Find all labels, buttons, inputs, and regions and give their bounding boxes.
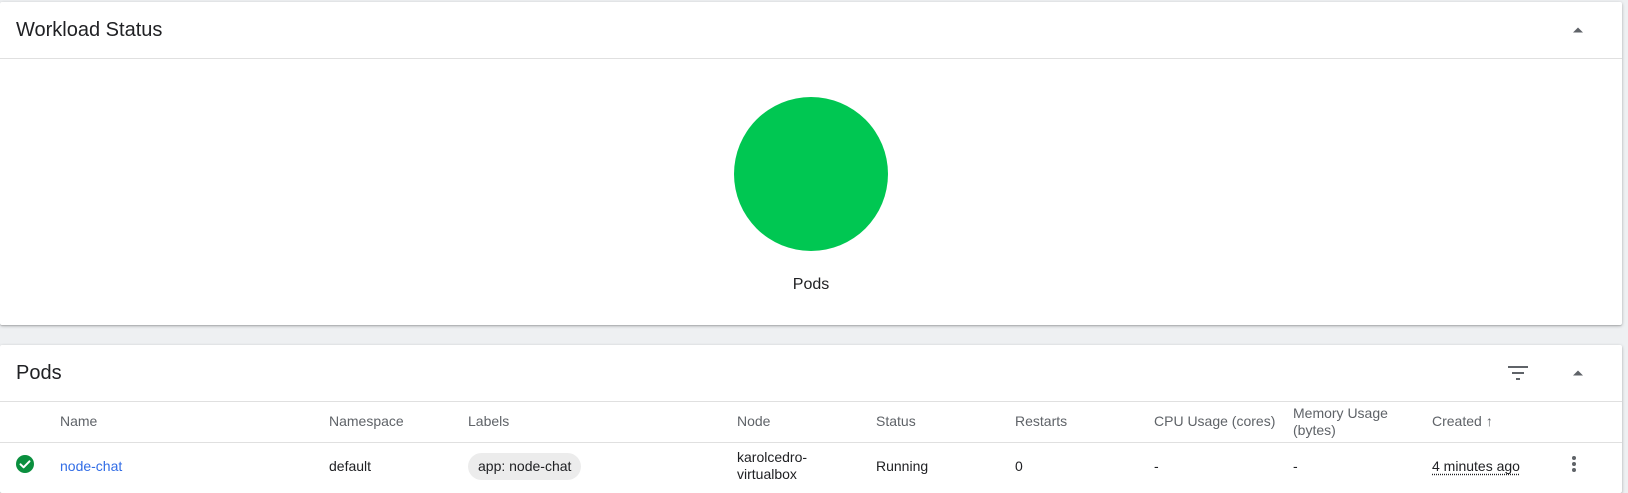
header-name[interactable]: Name: [60, 402, 329, 443]
workload-status-header[interactable]: Workload Status: [0, 2, 1622, 59]
triangle-up-icon: [1573, 27, 1583, 33]
pie-slice-running[interactable]: [734, 97, 888, 251]
header-memory-line1: Memory Usage: [1293, 404, 1388, 421]
workload-status-card: Workload Status Pods: [0, 2, 1622, 325]
header-memory: Memory Usage (bytes): [1293, 402, 1432, 443]
row-name-cell: node-chat: [60, 442, 329, 490]
header-memory-line2: (bytes): [1293, 421, 1336, 438]
filter-icon: [1508, 366, 1528, 380]
pie-svg: [734, 97, 888, 251]
row-node-line2: virtualbox: [737, 466, 797, 483]
table-header-row: Name Namespace Labels Node Status Restar…: [0, 402, 1622, 443]
pod-name-link[interactable]: node-chat: [60, 458, 122, 474]
header-status[interactable]: Status: [876, 402, 1015, 443]
row-labels-cell: app: node-chat: [468, 442, 737, 490]
pods-header[interactable]: Pods: [0, 345, 1622, 402]
row-node: karolcedro- virtualbox: [737, 442, 876, 490]
collapse-workload-status-button[interactable]: [1560, 12, 1596, 48]
pie-chart-label: Pods: [792, 276, 830, 293]
table-row[interactable]: node-chat default app: node-chat karolce…: [0, 442, 1622, 490]
row-memory: -: [1293, 457, 1298, 474]
row-created-cell: 4 minutes ago: [1432, 442, 1571, 490]
row-cpu: -: [1154, 457, 1159, 474]
header-created-label: Created: [1432, 413, 1482, 430]
triangle-up-icon: [1573, 370, 1583, 376]
header-labels: Labels: [468, 402, 737, 443]
header-actions: [1571, 402, 1622, 443]
row-status-cell: [0, 442, 60, 490]
row-status: Running: [876, 457, 929, 474]
header-cpu: CPU Usage (cores): [1154, 402, 1293, 443]
arrow-up-icon: ↑: [1485, 413, 1493, 430]
pods-title: Pods: [16, 361, 62, 384]
row-restarts: 0: [1015, 457, 1023, 474]
row-node-line1: karolcedro-: [737, 449, 808, 466]
collapse-pods-button[interactable]: [1560, 355, 1596, 391]
filter-button[interactable]: [1500, 355, 1536, 391]
header-node[interactable]: Node: [737, 402, 876, 443]
row-namespace: default: [329, 457, 372, 474]
check-circle-icon: [16, 455, 34, 474]
more-actions-button[interactable]: [1571, 455, 1577, 477]
pods-card: Pods Name Namespace Labels Node Status R…: [0, 345, 1622, 493]
pods-pie-chart: [731, 94, 891, 254]
row-created: 4 minutes ago: [1432, 457, 1520, 474]
more-vert-icon: [1572, 456, 1576, 473]
header-status-icon: [0, 402, 60, 443]
workload-status-body: Pods: [0, 59, 1622, 324]
pods-table: Name Namespace Labels Node Status Restar…: [0, 402, 1622, 490]
header-created[interactable]: Created ↑: [1432, 402, 1571, 443]
header-restarts[interactable]: Restarts: [1015, 402, 1154, 443]
workload-status-title: Workload Status: [16, 18, 163, 41]
row-actions-cell: [1571, 442, 1622, 490]
header-namespace[interactable]: Namespace: [329, 402, 468, 443]
label-chip: app: node-chat: [468, 452, 582, 480]
